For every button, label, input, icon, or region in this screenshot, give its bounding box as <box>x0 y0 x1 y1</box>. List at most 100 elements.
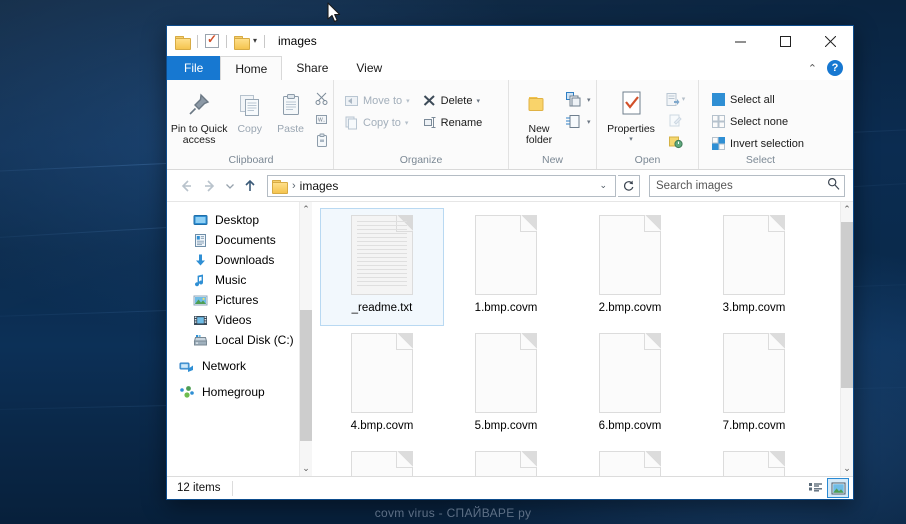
copy-path-icon[interactable]: W.. <box>311 109 333 129</box>
rename-label: Rename <box>440 116 483 129</box>
details-view-icon <box>809 483 822 492</box>
chevron-down-icon[interactable]: ▾ <box>406 97 410 105</box>
collapse-ribbon-icon[interactable]: ⌃ <box>808 62 817 75</box>
properties-checkbox-icon[interactable] <box>205 32 219 48</box>
scroll-down-arrow[interactable]: ⌄ <box>841 461 853 476</box>
large-icons-view-icon <box>831 482 845 494</box>
scroll-thumb[interactable] <box>841 221 853 388</box>
search-icon[interactable] <box>827 177 840 195</box>
maximize-button[interactable] <box>763 26 808 56</box>
chevron-down-icon[interactable]: ▾ <box>405 119 409 127</box>
scroll-down-arrow[interactable]: ⌄ <box>300 461 312 476</box>
scroll-up-arrow[interactable]: ⌃ <box>300 202 312 217</box>
tab-share[interactable]: Share <box>282 56 342 80</box>
search-input[interactable]: Search images <box>656 180 827 192</box>
chevron-down-icon[interactable]: ▾ <box>682 95 686 103</box>
clipboard-tiny-buttons: W.. <box>311 85 333 150</box>
sidebar-item-documents[interactable]: Documents <box>167 230 299 250</box>
cut-scissors-icon[interactable] <box>311 88 333 108</box>
breadcrumb-path[interactable]: images <box>300 179 339 193</box>
chevron-down-icon[interactable]: ▾ <box>629 135 633 143</box>
select-all-button[interactable]: Select all <box>707 89 808 110</box>
nav-pane-scrollbar[interactable]: ⌃ ⌄ <box>299 202 312 476</box>
list-item[interactable]: 2.bmp.covm <box>568 208 692 326</box>
minimize-button[interactable] <box>718 26 763 56</box>
easy-access-button[interactable]: ▾ <box>563 111 593 132</box>
search-box[interactable]: Search images <box>649 174 845 197</box>
list-item[interactable]: 3.bmp.covm <box>692 208 816 326</box>
new-small-stack: ▾ ▾ <box>563 85 593 132</box>
sidebar-item-videos[interactable]: Videos <box>167 310 299 330</box>
list-item[interactable]: 1.bmp.covm <box>444 208 568 326</box>
list-item[interactable] <box>320 444 444 476</box>
chevron-down-icon[interactable]: ▾ <box>476 97 480 105</box>
scroll-up-arrow[interactable]: ⌃ <box>841 202 853 217</box>
recent-locations-button[interactable] <box>223 175 237 197</box>
paste-shortcut-icon[interactable] <box>311 130 333 150</box>
move-to-button[interactable]: Move to ▾ <box>340 90 414 111</box>
tab-file[interactable]: File <box>167 56 221 80</box>
breadcrumb-separator[interactable]: › <box>292 180 296 192</box>
file-list-scrollbar[interactable]: ⌃ ⌄ <box>840 202 853 476</box>
scroll-thumb[interactable] <box>300 309 312 442</box>
breadcrumb[interactable]: › images ⌄ <box>267 174 616 197</box>
select-none-label: Select none <box>730 115 789 128</box>
new-item-button[interactable]: ▾ <box>563 89 593 110</box>
select-none-button[interactable]: Select none <box>707 111 808 132</box>
open-with-icon[interactable]: ▾ <box>661 89 689 109</box>
sidebar-item-pictures[interactable]: Pictures <box>167 290 299 310</box>
chevron-down-icon[interactable]: ▾ <box>587 96 591 104</box>
divider <box>226 34 227 48</box>
copy-button[interactable]: Copy <box>229 85 270 135</box>
new-folder-icon[interactable] <box>234 35 250 50</box>
chevron-down-icon[interactable]: ⌄ <box>593 180 613 191</box>
list-item[interactable]: _readme.txt <box>320 208 444 326</box>
sidebar-item-homegroup[interactable]: Homegroup <box>167 382 299 402</box>
properties-button[interactable]: Properties ▾ <box>601 85 661 143</box>
chevron-down-icon[interactable]: ▾ <box>587 118 591 126</box>
local-disk-icon <box>193 334 208 345</box>
list-item[interactable] <box>568 444 692 476</box>
sidebar-item-downloads[interactable]: Downloads <box>167 250 299 270</box>
list-item[interactable]: 5.bmp.covm <box>444 326 568 444</box>
title-bar[interactable]: ▾ images <box>167 26 853 56</box>
history-icon[interactable] <box>664 131 686 151</box>
list-item[interactable] <box>444 444 568 476</box>
edit-icon[interactable] <box>664 110 686 130</box>
sidebar-item-local-disk[interactable]: Local Disk (C:) <box>167 330 299 350</box>
tab-filler <box>396 56 808 80</box>
folder-icon[interactable] <box>175 35 191 50</box>
delete-button[interactable]: Delete ▾ <box>418 90 487 111</box>
file-list-view[interactable]: _readme.txt 1.bmp.covm 2.bmp.covm 3.bmp.… <box>312 202 840 476</box>
back-button[interactable] <box>175 175 197 197</box>
sidebar-item-music[interactable]: Music <box>167 270 299 290</box>
large-icons-view-button[interactable] <box>827 478 849 498</box>
rename-button[interactable]: Rename <box>418 112 487 133</box>
chevron-down-icon[interactable]: ▾ <box>253 37 257 45</box>
details-view-button[interactable] <box>805 478 827 498</box>
up-button[interactable] <box>239 175 261 197</box>
list-item[interactable]: 7.bmp.covm <box>692 326 816 444</box>
close-button[interactable] <box>808 26 853 56</box>
pin-to-quick-access-button[interactable]: Pin to Quick access <box>169 85 229 146</box>
sidebar-item-network[interactable]: Network <box>167 356 299 376</box>
help-button[interactable]: ? <box>827 60 843 76</box>
tab-view[interactable]: View <box>342 56 396 80</box>
sidebar-item-desktop[interactable]: Desktop <box>167 210 299 230</box>
list-item[interactable]: 6.bmp.covm <box>568 326 692 444</box>
forward-button[interactable] <box>199 175 221 197</box>
tab-home[interactable]: Home <box>220 56 283 80</box>
list-item[interactable] <box>692 444 816 476</box>
status-bar: 12 items <box>167 476 853 499</box>
file-name: _readme.txt <box>351 302 413 314</box>
blank-document-icon <box>723 451 785 476</box>
scroll-track[interactable] <box>841 217 853 461</box>
new-folder-button[interactable]: New folder <box>515 85 563 146</box>
group-label-organize: Organize <box>399 154 443 166</box>
scroll-track[interactable] <box>300 217 312 461</box>
refresh-button[interactable] <box>618 174 640 197</box>
copy-to-button[interactable]: Copy to ▾ <box>340 112 414 133</box>
list-item[interactable]: 4.bmp.covm <box>320 326 444 444</box>
paste-button[interactable]: Paste <box>270 85 311 135</box>
invert-selection-button[interactable]: Invert selection <box>707 133 808 154</box>
